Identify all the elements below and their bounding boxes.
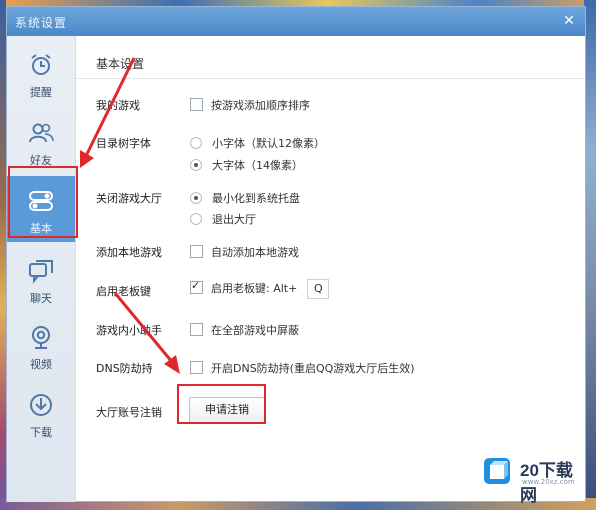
watermark: 20下载网 www.20xz.com — [478, 448, 586, 505]
cube-logo-icon — [484, 458, 510, 484]
arrow-to-basic-line — [84, 57, 136, 157]
arrow-to-button-head — [164, 355, 180, 374]
watermark-url: www.20xz.com — [522, 478, 575, 486]
annotation-arrows — [80, 57, 180, 374]
arrow-to-button-line — [113, 292, 174, 363]
